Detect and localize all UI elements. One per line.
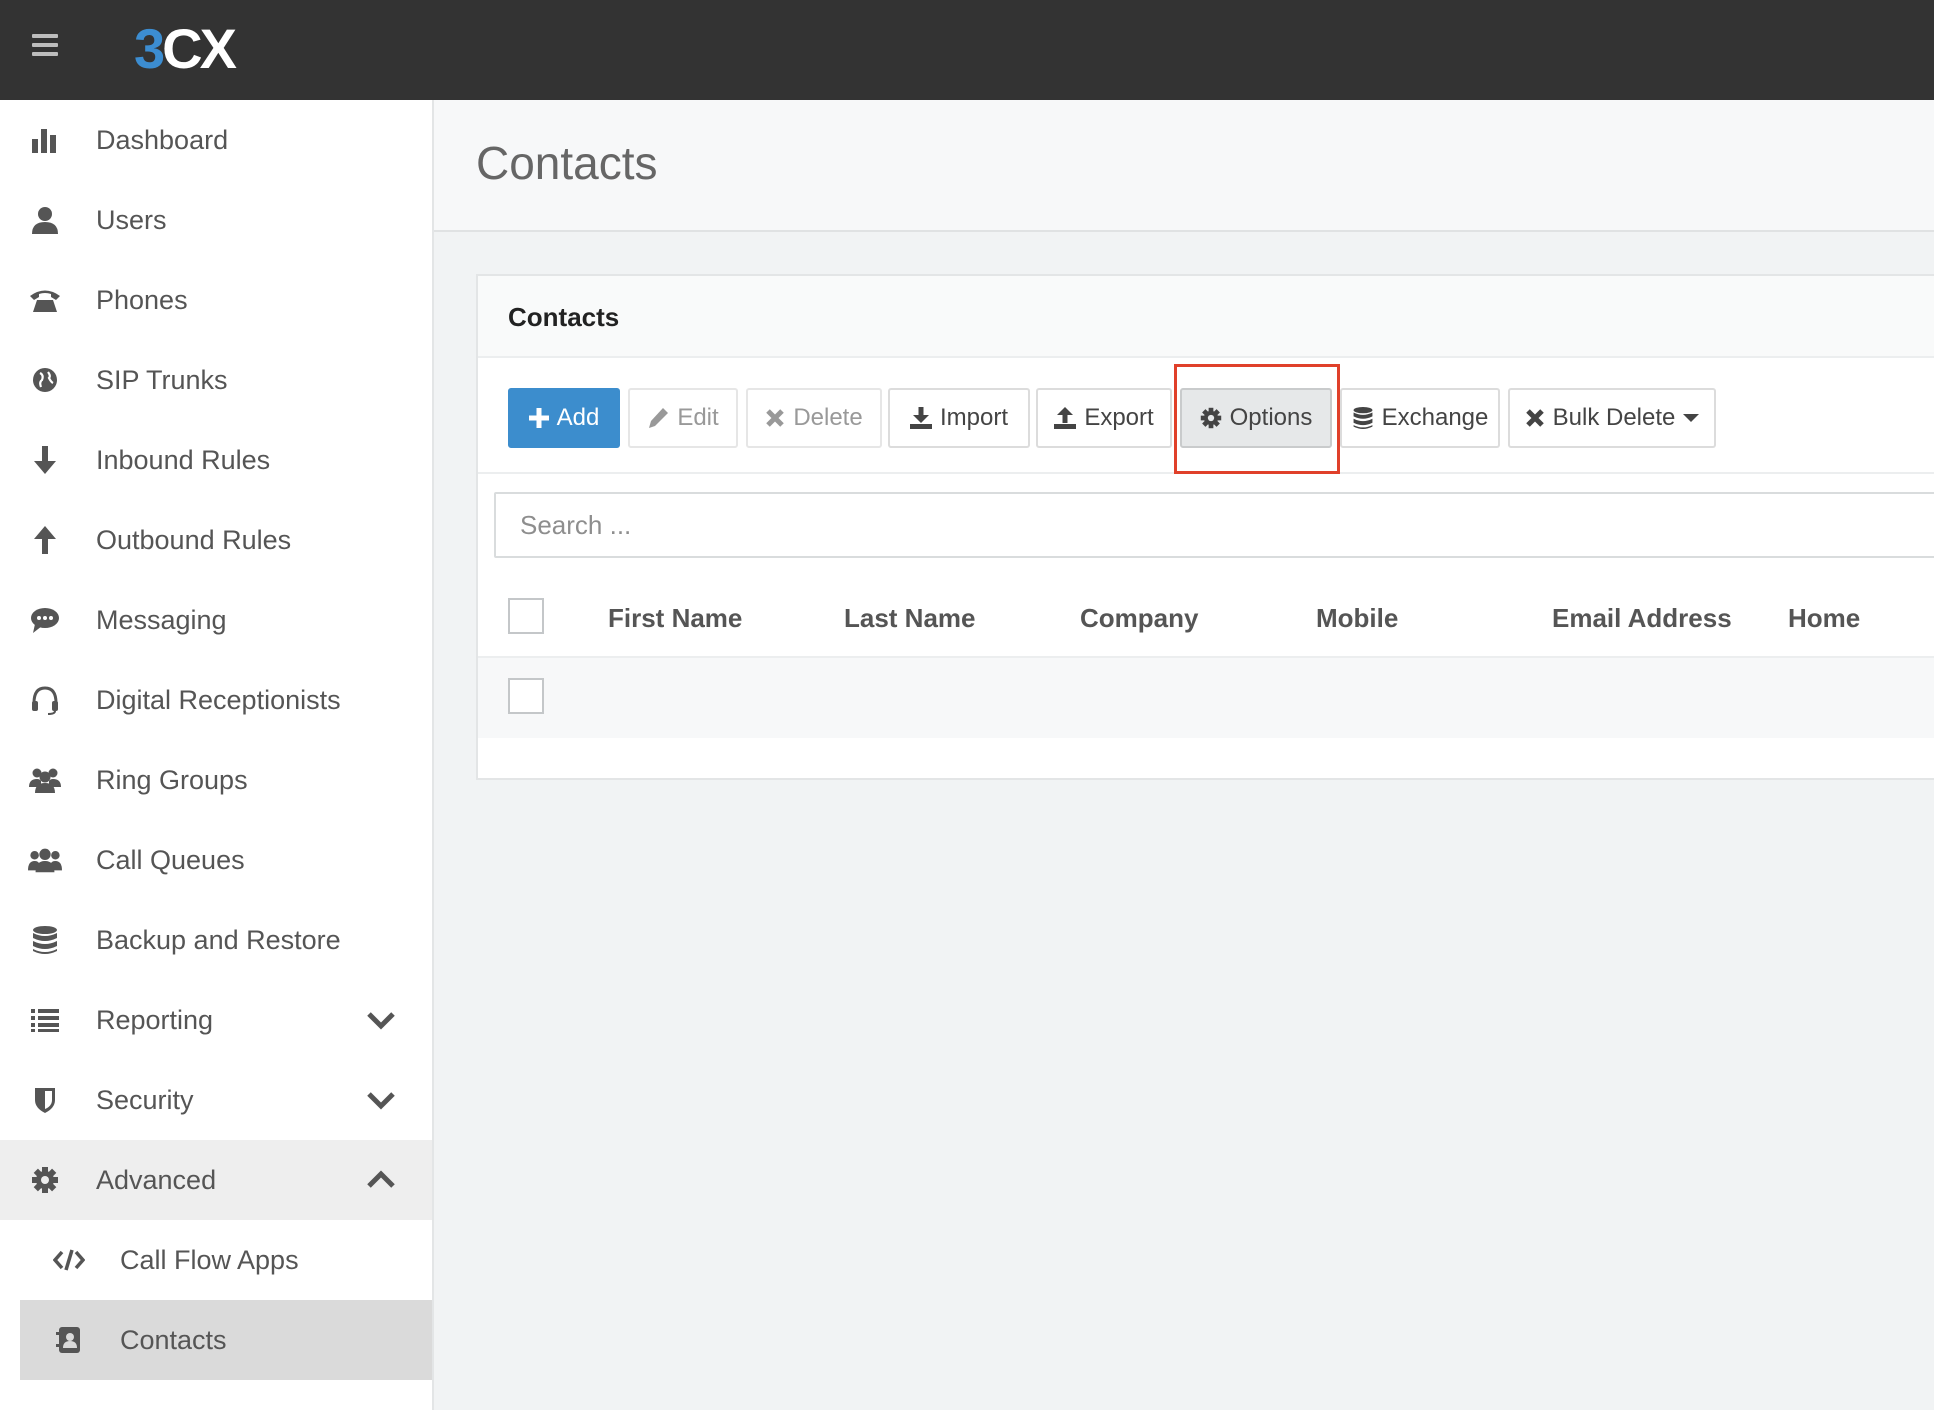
column-last-name[interactable]: Last Name	[844, 578, 976, 658]
add-button-label: Add	[556, 404, 600, 431]
search-input[interactable]	[494, 492, 1934, 558]
sidebar-item-outbound-rules[interactable]: Outbound Rules	[0, 500, 432, 580]
sidebar-item-backup-and-restore[interactable]: Backup and Restore	[0, 900, 432, 980]
sidebar-item-contacts[interactable]: Contacts	[20, 1300, 432, 1380]
contacts-panel: Contacts Add Edit Delete Import Export O…	[476, 274, 1934, 780]
phone-icon	[28, 284, 62, 316]
chevron-down-icon[interactable]	[366, 1086, 396, 1114]
sidebar-item-inbound-rules[interactable]: Inbound Rules	[0, 420, 432, 500]
sidebar-item-messaging[interactable]: Messaging	[0, 580, 432, 660]
export-button[interactable]: Export	[1036, 388, 1172, 448]
sidebar-item-label: Digital Receptionists	[96, 685, 341, 715]
sidebar-item-call-queues[interactable]: Call Queues	[0, 820, 432, 900]
sidebar-item-sip-trunks[interactable]: SIP Trunks	[0, 340, 432, 420]
sidebar-item-advanced[interactable]: Advanced	[0, 1140, 432, 1220]
column-company[interactable]: Company	[1080, 578, 1198, 658]
column-first-name[interactable]: First Name	[608, 578, 742, 658]
sidebar-item-label: Contacts	[120, 1325, 227, 1355]
sidebar-item-label: Outbound Rules	[96, 525, 292, 555]
code-icon	[52, 1244, 86, 1276]
close-icon	[1525, 409, 1544, 427]
column-email-address[interactable]: Email Address	[1552, 578, 1732, 658]
close-icon	[766, 409, 785, 427]
sidebar-item-dashboard[interactable]: Dashboard	[0, 100, 432, 180]
edit-button[interactable]: Edit	[628, 388, 738, 448]
table-row	[478, 658, 1934, 738]
sidebar-item-label: Call Queues	[96, 845, 245, 875]
page-title: Contacts	[476, 137, 658, 189]
bar-chart-icon	[28, 124, 62, 156]
page-header: Contacts	[434, 100, 1934, 232]
chevron-down-icon[interactable]	[366, 1006, 396, 1034]
sidebar-item-label: Inbound Rules	[96, 445, 271, 475]
column-mobile[interactable]: Mobile	[1316, 578, 1398, 658]
row-checkbox[interactable]	[508, 678, 544, 714]
headset-icon	[28, 684, 62, 716]
sidebar-item-reporting[interactable]: Reporting	[0, 980, 432, 1060]
logo[interactable]: 3CX	[134, 14, 237, 84]
sidebar-item-phones[interactable]: Phones	[0, 260, 432, 340]
top-bar: 3CX	[0, 0, 1934, 100]
select-all-checkbox[interactable]	[508, 598, 544, 634]
delete-button[interactable]: Delete	[746, 388, 882, 448]
menu-icon[interactable]	[32, 34, 58, 56]
sidebar-item-label: Ring Groups	[96, 765, 248, 795]
sidebar-item-security[interactable]: Security	[0, 1060, 432, 1140]
sidebar: Dashboard Users Phones SIP Trunks Inboun…	[0, 100, 434, 1410]
address-book-icon	[52, 1324, 86, 1356]
database-icon	[28, 924, 62, 956]
table-header: First Name Last Name Company Mobile Emai…	[478, 578, 1934, 658]
list-icon	[28, 1004, 62, 1036]
panel-title: Contacts	[508, 302, 620, 332]
chevron-up-icon[interactable]	[366, 1166, 396, 1194]
sidebar-item-ring-groups[interactable]: Ring Groups	[0, 740, 432, 820]
arrow-down-icon	[28, 444, 62, 476]
chat-bubble-icon	[28, 604, 62, 636]
delete-button-label: Delete	[793, 404, 863, 431]
users-icon	[28, 844, 62, 876]
globe-icon	[28, 364, 62, 396]
sidebar-item-label: Security	[96, 1085, 194, 1115]
arrow-up-icon	[28, 524, 62, 556]
sidebar-item-digital-receptionists[interactable]: Digital Receptionists	[0, 660, 432, 740]
caret-down-icon	[1683, 414, 1700, 422]
sidebar-item-label: Backup and Restore	[96, 925, 341, 955]
toolbar: Add Edit Delete Import Export Options Ex…	[478, 358, 1934, 474]
sidebar-item-users[interactable]: Users	[0, 180, 432, 260]
sidebar-item-label: Call Flow Apps	[120, 1245, 299, 1275]
database-icon	[1353, 407, 1373, 429]
gear-icon	[28, 1164, 62, 1196]
exchange-button-label: Exchange	[1381, 404, 1489, 431]
import-button[interactable]: Import	[888, 388, 1030, 448]
group-icon	[28, 764, 62, 796]
upload-icon	[1054, 407, 1077, 429]
sidebar-item-label: Reporting	[96, 1005, 214, 1035]
sidebar-item-label: SIP Trunks	[96, 365, 228, 395]
sidebar-item-label: Phones	[96, 285, 188, 315]
edit-button-label: Edit	[677, 404, 719, 431]
import-button-label: Import	[939, 404, 1008, 431]
column-home[interactable]: Home	[1788, 578, 1860, 658]
options-button[interactable]: Options	[1180, 388, 1332, 448]
pencil-icon	[649, 408, 669, 428]
exchange-button[interactable]: Exchange	[1340, 388, 1500, 448]
logo-digit: 3	[134, 17, 165, 80]
user-icon	[28, 204, 62, 236]
bulk-delete-button[interactable]: Bulk Delete	[1508, 388, 1716, 448]
sidebar-item-label: Users	[96, 205, 167, 235]
options-button-label: Options	[1229, 404, 1313, 431]
sidebar-item-call-flow-apps[interactable]: Call Flow Apps	[0, 1220, 432, 1300]
download-icon	[909, 407, 932, 429]
logo-letters: CX	[162, 17, 237, 80]
panel-heading: Contacts	[478, 276, 1934, 358]
shield-icon	[28, 1084, 62, 1116]
sidebar-item-label: Messaging	[96, 605, 227, 635]
export-button-label: Export	[1084, 404, 1154, 431]
sidebar-item-label: Advanced	[96, 1165, 217, 1195]
bulk-delete-button-label: Bulk Delete	[1552, 404, 1676, 431]
add-button[interactable]: Add	[508, 388, 620, 448]
sidebar-item-label: Dashboard	[96, 125, 229, 155]
gear-icon	[1200, 407, 1221, 429]
plus-icon	[528, 408, 549, 428]
